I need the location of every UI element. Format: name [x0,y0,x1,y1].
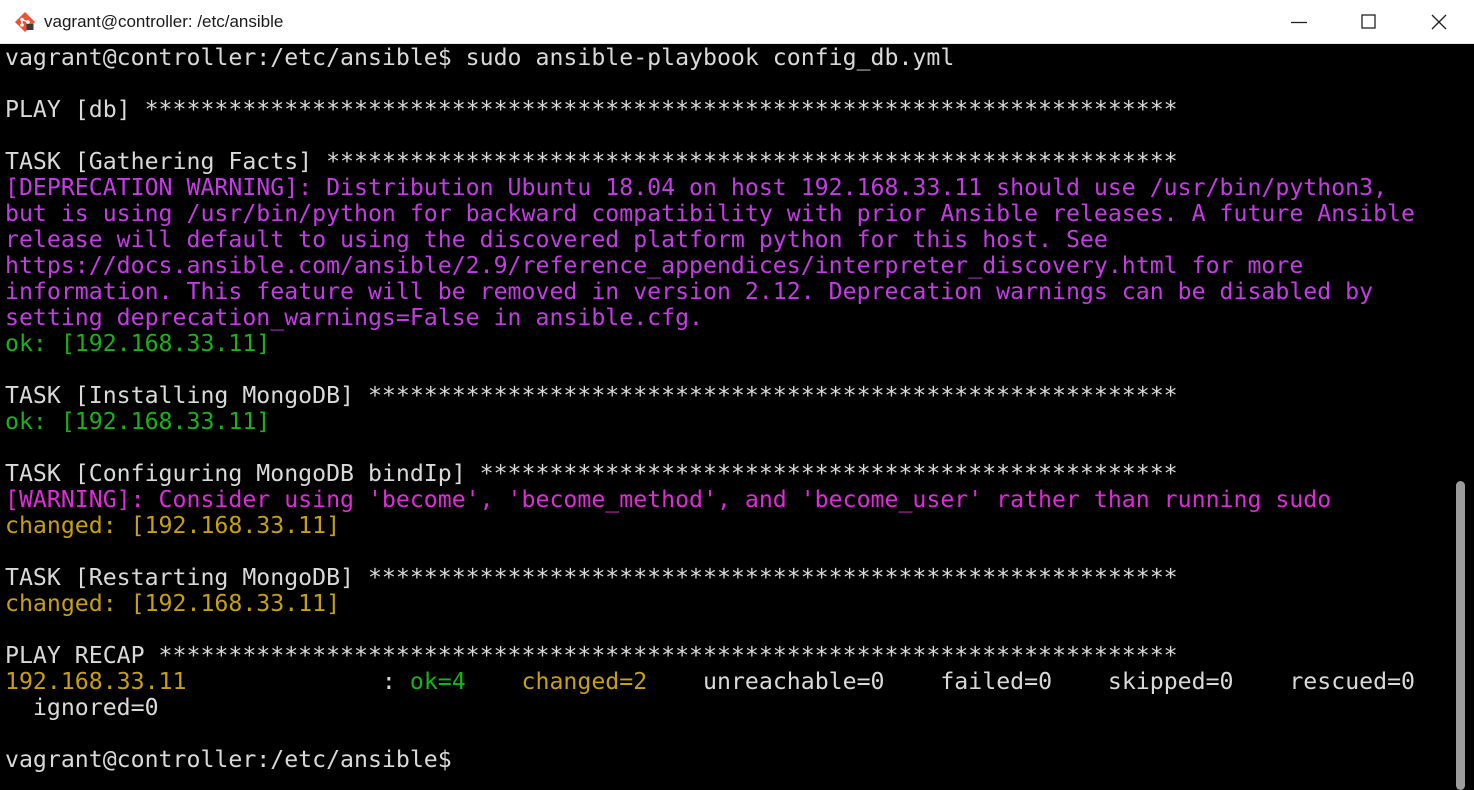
minimize-button[interactable] [1264,0,1334,44]
deprecation-warning-line: setting deprecation_warnings=False in an… [5,304,704,331]
ok-result: ok: [192.168.33.11] [5,330,271,357]
ok-result: ok: [192.168.33.11] [5,408,271,435]
deprecation-warning-line: release will default to using the discov… [5,226,1108,253]
close-icon [1431,14,1447,30]
terminal-window: vagrant@controller: /etc/ansible vagrant… [0,0,1474,790]
scrollbar-thumb[interactable] [1456,481,1465,790]
git-bash-icon [15,12,35,32]
final-prompt: vagrant@controller:/etc/ansible$ [5,746,452,773]
task-restarting-mongodb: TASK [Restarting MongoDB] **************… [5,564,1178,591]
play-header: PLAY [db] ******************************… [5,96,1178,123]
recap-changed: changed=2 [521,668,648,695]
minimize-icon [1291,21,1307,24]
recap-gap [466,668,522,695]
recap-line: 192.168.33.11 : ok=4 changed=2 unreachab… [5,669,1415,695]
play-recap-header: PLAY RECAP *****************************… [5,642,1178,669]
task-configuring-mongodb: TASK [Configuring MongoDB bindIp] ******… [5,460,1178,487]
recap-host: 192.168.33.11 [5,668,187,695]
maximize-icon [1361,14,1376,29]
deprecation-warning-line: but is using /usr/bin/python for backwar… [5,200,1415,227]
recap-counts: unreachable=0 failed=0 skipped=0 rescued… [647,668,1415,695]
close-button[interactable] [1404,0,1474,44]
deprecation-warning-line: information. This feature will be remove… [5,278,1374,305]
changed-result: changed: [192.168.33.11] [5,512,341,539]
recap-separator: : [186,668,410,695]
recap-ignored: ignored=0 [5,694,159,721]
task-gathering-facts: TASK [Gathering Facts] *****************… [5,148,1178,175]
vertical-scrollbar[interactable] [1447,44,1474,790]
terminal-output[interactable]: vagrant@controller:/etc/ansible$ sudo an… [0,44,1447,790]
changed-result: changed: [192.168.33.11] [5,590,341,617]
task-installing-mongodb: TASK [Installing MongoDB] **************… [5,382,1178,409]
title-bar[interactable]: vagrant@controller: /etc/ansible [0,0,1474,44]
become-warning: [WARNING]: Consider using 'become', 'bec… [5,486,1332,513]
deprecation-warning-line: https://docs.ansible.com/ansible/2.9/ref… [5,252,1304,279]
window-title: vagrant@controller: /etc/ansible [44,12,284,31]
recap-ok: ok=4 [409,668,466,695]
maximize-button[interactable] [1334,0,1404,44]
prompt-command-line: vagrant@controller:/etc/ansible$ sudo an… [5,44,955,71]
deprecation-warning-line: [DEPRECATION WARNING]: Distribution Ubun… [5,174,1388,201]
